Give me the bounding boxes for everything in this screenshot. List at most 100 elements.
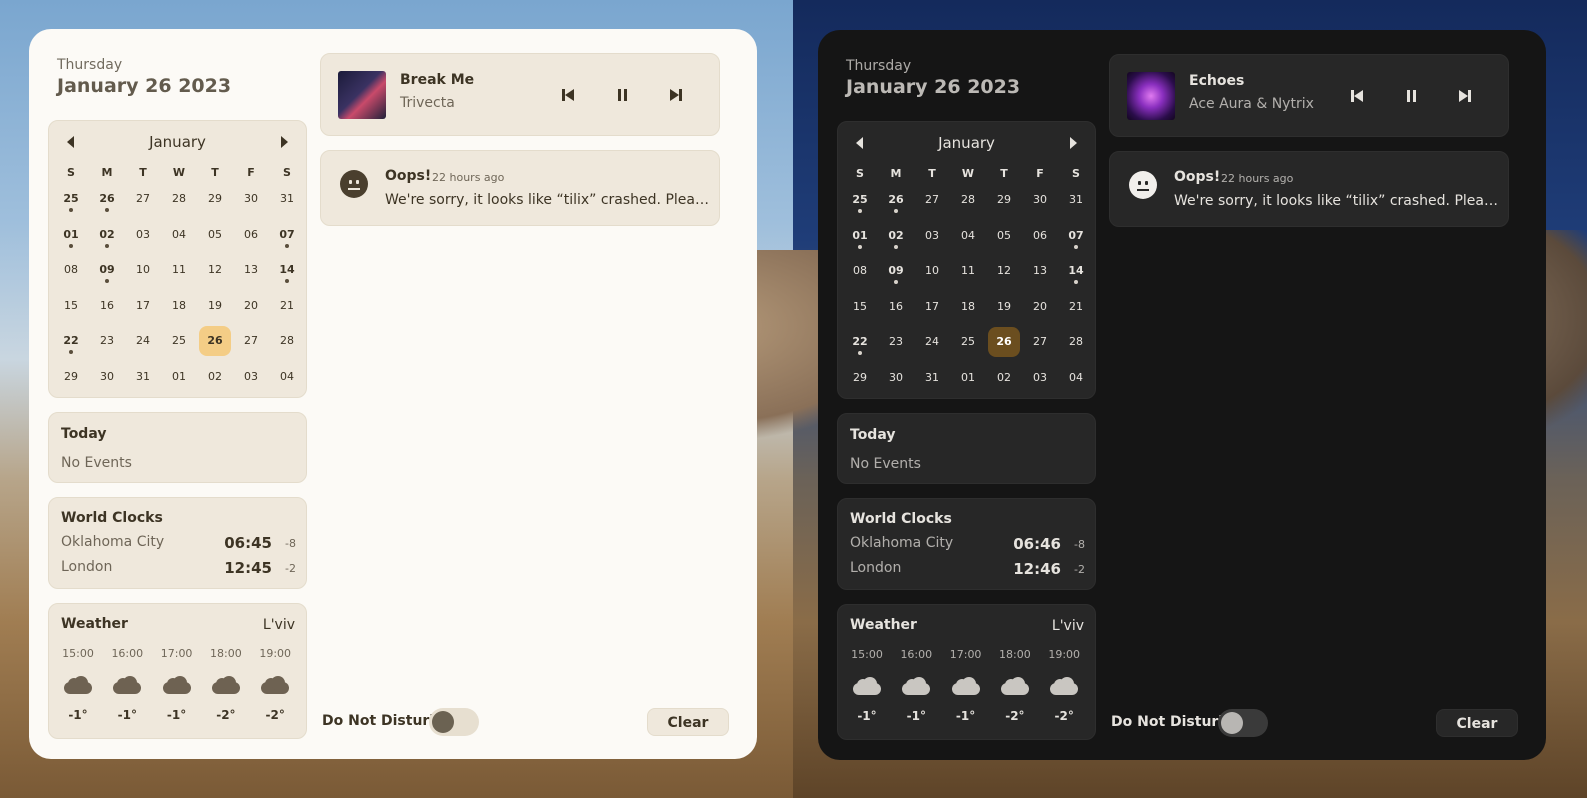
weather-card[interactable]: Weather L'viv 15:00 -1° 16:00 -1° 17:00 -1° 18… (837, 604, 1096, 740)
previous-track-button[interactable] (561, 88, 577, 102)
next-month-icon[interactable] (281, 136, 288, 148)
calendar-day[interactable]: 21 (1058, 292, 1094, 328)
calendar-day[interactable]: 29 (197, 184, 233, 220)
calendar-day[interactable]: 21 (269, 291, 305, 327)
calendar-month-title[interactable]: January (49, 133, 306, 151)
calendar-day[interactable]: 23 (878, 327, 914, 363)
calendar-day[interactable]: 04 (161, 220, 197, 256)
calendar-day[interactable]: 26 (89, 184, 125, 220)
calendar-day[interactable]: 02 (197, 362, 233, 398)
calendar-day[interactable]: 04 (1058, 363, 1094, 399)
calendar-day[interactable]: 29 (986, 185, 1022, 221)
calendar-day[interactable]: 31 (1058, 185, 1094, 221)
calendar-day[interactable]: 09 (89, 255, 125, 291)
calendar-day[interactable]: 17 (125, 291, 161, 327)
calendar-day[interactable]: 26 (878, 185, 914, 221)
calendar-day[interactable]: 25 (53, 184, 89, 220)
calendar-month-title[interactable]: January (838, 134, 1095, 152)
calendar-day[interactable]: 30 (89, 362, 125, 398)
calendar-day[interactable]: 22 (53, 326, 89, 362)
today-events-card[interactable]: Today No Events (837, 413, 1096, 484)
clear-button[interactable]: Clear (647, 708, 729, 736)
calendar-day[interactable]: 08 (842, 256, 878, 292)
calendar-day[interactable]: 24 (125, 326, 161, 362)
next-month-icon[interactable] (1070, 137, 1077, 149)
calendar-day[interactable]: 01 (842, 221, 878, 257)
previous-track-button[interactable] (1350, 89, 1366, 103)
calendar-day[interactable]: 03 (125, 220, 161, 256)
calendar-day[interactable]: 19 (197, 291, 233, 327)
calendar-day[interactable]: 02 (89, 220, 125, 256)
calendar-day[interactable]: 14 (269, 255, 305, 291)
calendar-day[interactable]: 29 (842, 363, 878, 399)
clear-button[interactable]: Clear (1436, 709, 1518, 737)
calendar-day[interactable]: 08 (53, 255, 89, 291)
calendar-day[interactable]: 02 (878, 221, 914, 257)
calendar-day[interactable]: 02 (986, 363, 1022, 399)
calendar-day-today[interactable]: 26 (986, 327, 1022, 363)
calendar-day[interactable]: 16 (878, 292, 914, 328)
calendar-day[interactable]: 29 (53, 362, 89, 398)
notification-item[interactable]: Oops! 22 hours ago We're sorry, it looks… (320, 150, 720, 226)
calendar-day[interactable]: 27 (1022, 327, 1058, 363)
calendar-day[interactable]: 28 (950, 185, 986, 221)
calendar-day[interactable]: 31 (914, 363, 950, 399)
next-track-button[interactable] (1457, 89, 1473, 103)
calendar-day[interactable]: 28 (161, 184, 197, 220)
calendar-day[interactable]: 14 (1058, 256, 1094, 292)
calendar-day[interactable]: 05 (986, 221, 1022, 257)
calendar-day[interactable]: 01 (161, 362, 197, 398)
next-track-button[interactable] (668, 88, 684, 102)
calendar-day[interactable]: 24 (914, 327, 950, 363)
calendar-day[interactable]: 17 (914, 292, 950, 328)
calendar-day[interactable]: 05 (197, 220, 233, 256)
calendar-day[interactable]: 25 (842, 185, 878, 221)
calendar-day[interactable]: 01 (53, 220, 89, 256)
do-not-disturb-switch[interactable] (1218, 709, 1268, 737)
calendar-day[interactable]: 04 (269, 362, 305, 398)
world-clocks-card[interactable]: World Clocks Oklahoma City 06:45 -8 Lond… (48, 497, 307, 589)
calendar-day[interactable]: 15 (53, 291, 89, 327)
calendar-day[interactable]: 11 (950, 256, 986, 292)
weather-card[interactable]: Weather L'viv 15:00 -1° 16:00 -1° 17:00 -1° 18… (48, 603, 307, 739)
calendar-day[interactable]: 30 (1022, 185, 1058, 221)
calendar-day[interactable]: 07 (269, 220, 305, 256)
calendar-day[interactable]: 28 (269, 326, 305, 362)
calendar-day[interactable]: 16 (89, 291, 125, 327)
calendar-day[interactable]: 27 (125, 184, 161, 220)
calendar-day[interactable]: 11 (161, 255, 197, 291)
calendar-day[interactable]: 30 (878, 363, 914, 399)
today-events-card[interactable]: Today No Events (48, 412, 307, 483)
calendar-day[interactable]: 06 (1022, 221, 1058, 257)
calendar-day[interactable]: 18 (161, 291, 197, 327)
calendar-day[interactable]: 19 (986, 292, 1022, 328)
calendar-day[interactable]: 12 (986, 256, 1022, 292)
calendar-day[interactable]: 31 (125, 362, 161, 398)
pause-button[interactable] (1404, 89, 1420, 103)
calendar-day[interactable]: 25 (950, 327, 986, 363)
calendar-day[interactable]: 23 (89, 326, 125, 362)
calendar-day[interactable]: 03 (233, 362, 269, 398)
world-clocks-card[interactable]: World Clocks Oklahoma City 06:46 -8 Lond… (837, 498, 1096, 590)
calendar-day[interactable]: 03 (1022, 363, 1058, 399)
calendar-day[interactable]: 27 (233, 326, 269, 362)
calendar-day-today[interactable]: 26 (197, 326, 233, 362)
calendar-day[interactable]: 13 (1022, 256, 1058, 292)
date-header[interactable]: Thursday January 26 2023 (57, 57, 231, 97)
calendar-day[interactable]: 27 (914, 185, 950, 221)
calendar-day[interactable]: 12 (197, 255, 233, 291)
calendar-day[interactable]: 07 (1058, 221, 1094, 257)
pause-button[interactable] (615, 88, 631, 102)
calendar-day[interactable]: 31 (269, 184, 305, 220)
calendar-day[interactable]: 03 (914, 221, 950, 257)
date-header[interactable]: Thursday January 26 2023 (846, 58, 1020, 98)
calendar-day[interactable]: 18 (950, 292, 986, 328)
do-not-disturb-switch[interactable] (429, 708, 479, 736)
calendar-day[interactable]: 13 (233, 255, 269, 291)
calendar-day[interactable]: 25 (161, 326, 197, 362)
calendar-day[interactable]: 10 (125, 255, 161, 291)
calendar-day[interactable]: 30 (233, 184, 269, 220)
calendar-day[interactable]: 20 (233, 291, 269, 327)
calendar-day[interactable]: 15 (842, 292, 878, 328)
calendar-day[interactable]: 20 (1022, 292, 1058, 328)
